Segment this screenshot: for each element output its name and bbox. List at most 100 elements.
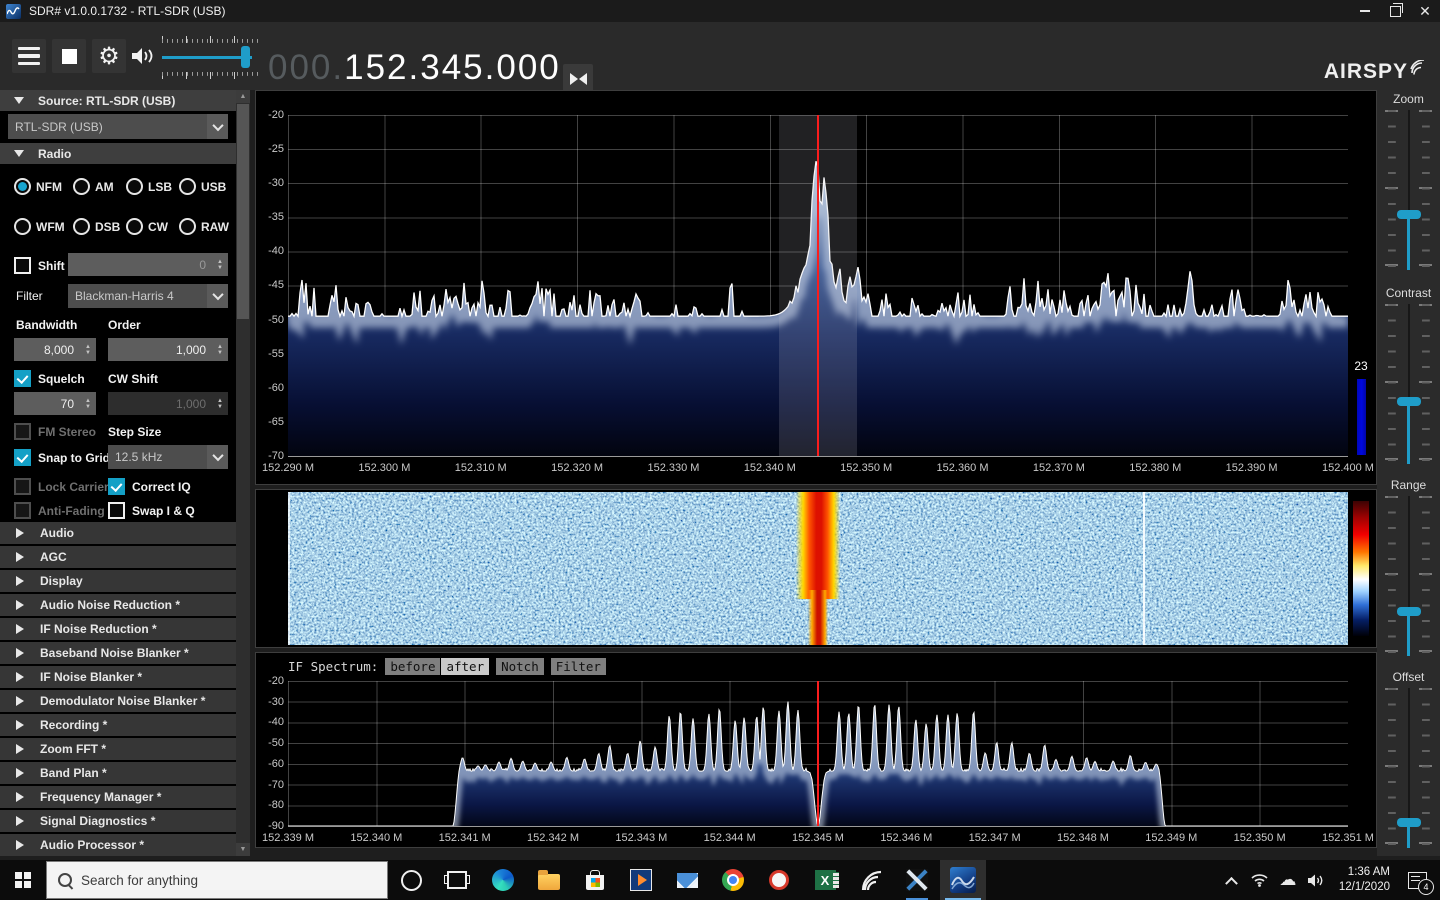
minimize-button[interactable] xyxy=(1350,0,1380,22)
sidebar-section-demodulator-noise-blanker[interactable]: Demodulator Noise Blanker * xyxy=(0,690,236,712)
store-button[interactable] xyxy=(572,860,618,900)
sidebar-section-recording[interactable]: Recording * xyxy=(0,714,236,736)
slider-thumb[interactable] xyxy=(1397,607,1421,616)
mode-radio-wfm[interactable]: WFM xyxy=(14,218,65,235)
slider-track[interactable] xyxy=(1403,496,1414,656)
taskbar-clock[interactable]: 1:36 AM 12/1/2020 xyxy=(1333,865,1396,895)
network-button[interactable] xyxy=(1249,860,1271,900)
excel-button[interactable]: X xyxy=(802,860,848,900)
correct-iq-control[interactable]: Correct IQ xyxy=(108,478,191,495)
radio-section-header[interactable]: Radio xyxy=(0,143,236,164)
swap-iq-control[interactable]: Swap I & Q xyxy=(108,502,195,519)
sidebar-section-baseband-noise-blanker[interactable]: Baseband Noise Blanker * xyxy=(0,642,236,664)
file-explorer-button[interactable] xyxy=(526,860,572,900)
menu-button[interactable] xyxy=(12,39,46,73)
restore-button[interactable] xyxy=(1380,0,1410,22)
source-device-dropdown[interactable]: RTL-SDR (USB) xyxy=(8,114,228,139)
bandwidth-input[interactable]: 8,000 ▲▼ xyxy=(14,338,96,361)
if-before-button[interactable]: before xyxy=(385,658,440,675)
mode-radio-usb[interactable]: USB xyxy=(179,178,226,195)
squelch-input[interactable]: 70 ▲▼ xyxy=(14,392,96,415)
start-button[interactable] xyxy=(0,860,46,900)
edge-button[interactable] xyxy=(480,860,526,900)
slider-track[interactable] xyxy=(1403,110,1414,270)
sidebar-section-signal-diagnostics[interactable]: Signal Diagnostics * xyxy=(0,810,236,832)
cortana-button[interactable] xyxy=(388,860,434,900)
snap-to-grid-checkbox[interactable] xyxy=(14,449,31,466)
signal-app-button[interactable] xyxy=(848,860,894,900)
spinner-icons[interactable]: ▲▼ xyxy=(80,398,96,410)
slider-thumb[interactable] xyxy=(1397,818,1421,827)
correct-iq-checkbox[interactable] xyxy=(108,478,125,495)
if-after-button[interactable]: after xyxy=(441,658,489,675)
sidebar-section-audio-processor[interactable]: Audio Processor * xyxy=(0,834,236,856)
sdrsharp-taskbar-button[interactable] xyxy=(940,860,986,900)
sidebar-scrollbar[interactable]: ▲ ▼ xyxy=(236,90,250,856)
shift-control[interactable]: Shift xyxy=(14,257,65,274)
mode-radio-raw[interactable]: RAW xyxy=(179,218,229,235)
if-notch-button[interactable]: Notch xyxy=(496,658,544,675)
if-spectrum-plot[interactable] xyxy=(288,681,1348,827)
volume-tray-button[interactable] xyxy=(1305,860,1327,900)
mode-radio-cw[interactable]: CW xyxy=(126,218,168,235)
range-slider[interactable] xyxy=(1385,496,1432,656)
action-center-button[interactable]: 4 xyxy=(1402,860,1432,900)
frequency-display[interactable]: 000.152.345.000 xyxy=(268,50,561,85)
contrast-slider[interactable] xyxy=(1385,304,1432,464)
movies-tv-button[interactable] xyxy=(618,860,664,900)
shift-input[interactable]: 0 ▲▼ xyxy=(68,253,228,276)
close-button[interactable]: ✕ xyxy=(1410,0,1440,22)
spinner-icons[interactable]: ▲▼ xyxy=(212,344,228,356)
squelch-control[interactable]: Squelch xyxy=(14,370,85,387)
step-size-dropdown[interactable]: 12.5 kHz xyxy=(108,445,228,469)
tuned-frequency-line[interactable] xyxy=(817,115,819,456)
sidebar-section-if-noise-reduction[interactable]: IF Noise Reduction * xyxy=(0,618,236,640)
snap-to-grid-control[interactable]: Snap to Grid xyxy=(14,449,110,466)
mode-radio-am[interactable]: AM xyxy=(73,178,114,195)
x-app-button[interactable] xyxy=(894,860,940,900)
offset-slider[interactable] xyxy=(1385,688,1432,848)
volume-thumb[interactable] xyxy=(241,46,250,68)
sidebar-section-audio[interactable]: Audio xyxy=(0,522,236,544)
scrollbar-thumb[interactable] xyxy=(237,104,249,319)
sidebar-section-band-plan[interactable]: Band Plan * xyxy=(0,762,236,784)
order-input[interactable]: 1,000 ▲▼ xyxy=(108,338,228,361)
slider-track[interactable] xyxy=(1403,304,1414,464)
sidebar-section-display[interactable]: Display xyxy=(0,570,236,592)
scroll-down-icon[interactable]: ▼ xyxy=(236,843,250,856)
slider-thumb[interactable] xyxy=(1397,397,1421,406)
scroll-up-icon[interactable]: ▲ xyxy=(236,90,250,103)
slider-thumb[interactable] xyxy=(1397,210,1421,219)
spinner-icons[interactable]: ▲▼ xyxy=(212,259,228,271)
sidebar-section-zoom-fft[interactable]: Zoom FFT * xyxy=(0,738,236,760)
shift-checkbox[interactable] xyxy=(14,257,31,274)
slider-track[interactable] xyxy=(1403,688,1414,848)
taskbar-search-input[interactable]: Search for anything xyxy=(46,861,388,899)
mute-button[interactable] xyxy=(126,39,160,73)
sidebar-section-frequency-manager[interactable]: Frequency Manager * xyxy=(0,786,236,808)
sidebar-section-agc[interactable]: AGC xyxy=(0,546,236,568)
spectrum-plot[interactable] xyxy=(288,115,1348,457)
spinner-icons[interactable]: ▲▼ xyxy=(80,344,96,356)
mode-radio-dsb[interactable]: DSB xyxy=(73,218,120,235)
mode-radio-lsb[interactable]: LSB xyxy=(126,178,172,195)
mail-button[interactable] xyxy=(664,860,710,900)
hidden-icons-button[interactable] xyxy=(1221,860,1243,900)
waterfall-display[interactable] xyxy=(288,492,1348,645)
swap-iq-checkbox[interactable] xyxy=(108,502,125,519)
volume-slider[interactable] xyxy=(162,43,258,71)
settings-button[interactable]: ⚙ xyxy=(92,39,126,73)
mode-radio-nfm[interactable]: NFM xyxy=(14,178,62,195)
zoom-slider[interactable] xyxy=(1385,110,1432,270)
chrome-button[interactable] xyxy=(710,860,756,900)
browser-red-button[interactable] xyxy=(756,860,802,900)
source-section-header[interactable]: Source: RTL-SDR (USB) xyxy=(0,90,236,111)
if-filter-button[interactable]: Filter xyxy=(551,658,606,675)
squelch-checkbox[interactable] xyxy=(14,370,31,387)
onedrive-button[interactable]: ☁ xyxy=(1277,860,1299,900)
filter-dropdown[interactable]: Blackman-Harris 4 xyxy=(68,284,228,308)
task-view-button[interactable] xyxy=(434,860,480,900)
sidebar-section-if-noise-blanker[interactable]: IF Noise Blanker * xyxy=(0,666,236,688)
stop-button[interactable] xyxy=(52,39,86,73)
sidebar-section-audio-noise-reduction[interactable]: Audio Noise Reduction * xyxy=(0,594,236,616)
